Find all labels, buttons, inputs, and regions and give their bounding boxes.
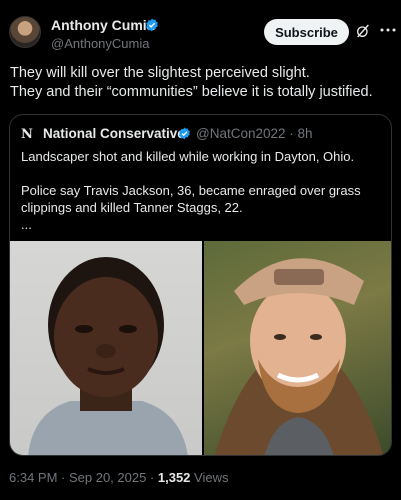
more-icon[interactable] <box>379 22 397 38</box>
author-avatar[interactable] <box>9 16 41 48</box>
quoted-tweet[interactable]: N National Conservative @NatCon2022 · 8h… <box>9 114 392 456</box>
tweet-text: They will kill over the slightest percei… <box>10 65 373 100</box>
mugshot-illustration <box>28 257 188 455</box>
author-name[interactable]: Anthony Cumia <box>51 17 154 33</box>
victim-illustration <box>214 258 384 455</box>
verified-badge-icon <box>179 127 190 140</box>
author-handle[interactable]: @AnthonyCumia <box>51 36 149 51</box>
national-conservative-logo-icon: N <box>21 127 33 142</box>
quoted-author-name[interactable]: National Conservative <box>43 126 185 141</box>
tweet-meta: 6:34 PM · Sep 20, 2025 · 1,352 Views <box>9 470 228 485</box>
views-label: Views <box>190 470 229 485</box>
quoted-handle-time: @NatCon2022 · 8h <box>196 126 313 141</box>
subscribe-button[interactable]: Subscribe <box>264 19 349 45</box>
verified-badge-icon <box>146 18 158 32</box>
victim-photo[interactable] <box>204 241 391 455</box>
view-count: 1,352 <box>157 470 191 485</box>
grok-icon[interactable] <box>355 23 371 39</box>
quoted-text: Landscaper shot and killed while working… <box>21 149 361 232</box>
mugshot-photo[interactable] <box>10 241 202 455</box>
timestamp[interactable]: 6:34 PM · Sep 20, 2025 · <box>9 470 158 485</box>
